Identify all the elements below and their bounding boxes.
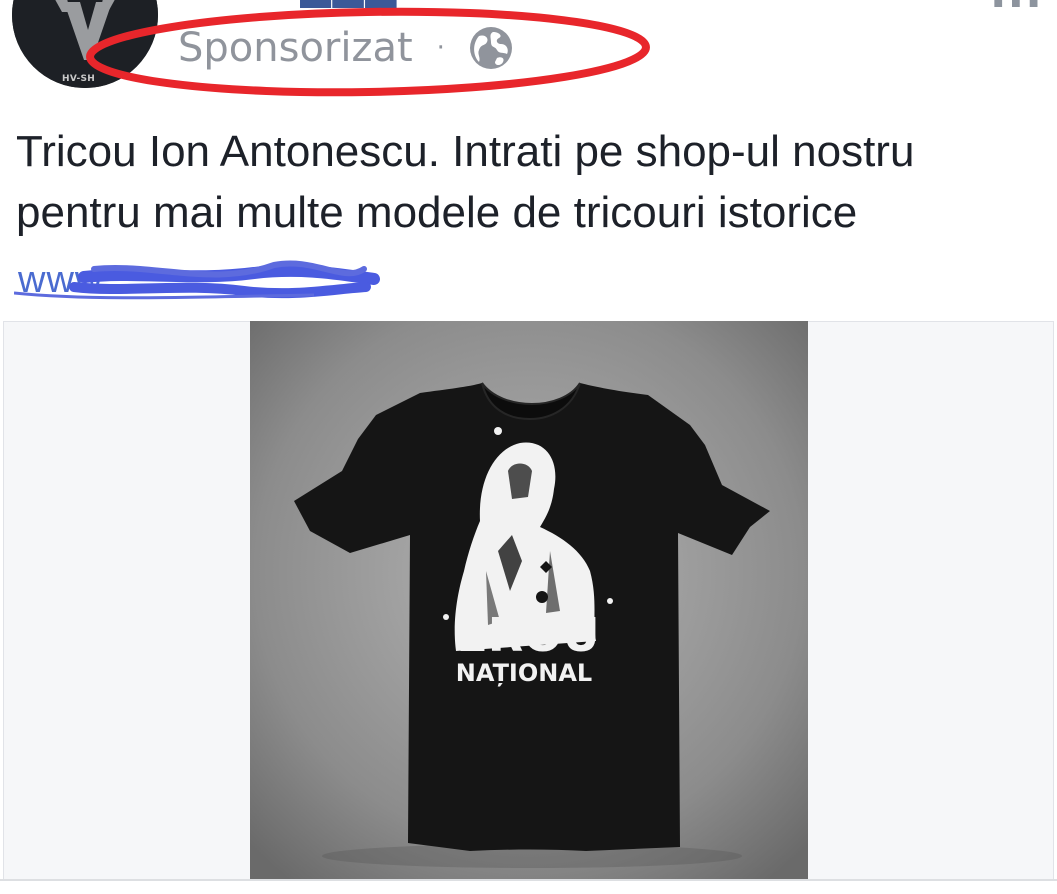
print-line1: EROU [456,608,599,662]
page-name-clipped[interactable]: ▄▄▄ ▀▀▀▀ ▀▀▀ [300,0,780,8]
print-line2: NAȚIONAL [456,659,592,687]
tshirt-image: EROU NAȚIONAL [250,321,808,879]
globe-icon[interactable] [467,24,515,72]
page-avatar[interactable]: HV-SH [12,0,158,88]
meta-separator: · [436,33,445,63]
post-caption: Tricou Ion Antonescu. Intrati pe shop-ul… [16,127,915,237]
post-meta: Sponsorizat · [178,22,515,74]
sponsored-label: Sponsorizat [178,25,413,71]
redaction-scribble [14,260,380,300]
more-options-icon[interactable]: ··· [990,0,1043,26]
product-image[interactable]: EROU NAȚIONAL [250,321,808,879]
avatar-label: HV-SH [62,74,96,84]
post-link[interactable]: www. [14,257,380,305]
